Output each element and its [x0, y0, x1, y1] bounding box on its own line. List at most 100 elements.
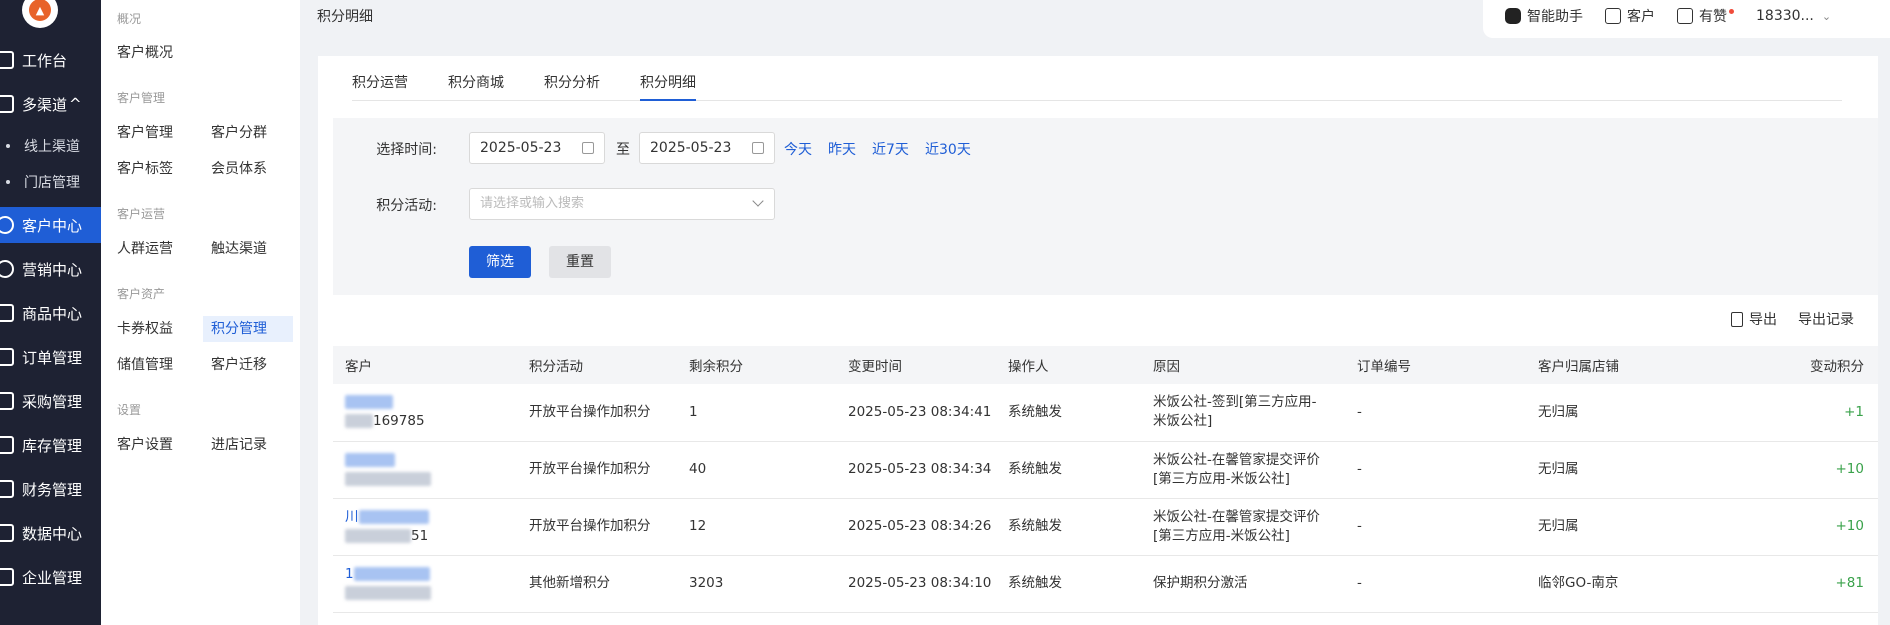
submenu-visit-record[interactable]: 进店记录	[203, 432, 275, 458]
masked-name	[345, 395, 393, 410]
nav-item-enterprise[interactable]: 企业管理	[0, 559, 101, 595]
tab-points-mall[interactable]: 积分商城	[448, 72, 504, 101]
content-card: 积分运营 积分商城 积分分析 积分明细 选择时间: 2025-05-23 至 2…	[318, 56, 1878, 625]
quick-yesterday[interactable]: 昨天	[828, 139, 856, 159]
activity-select[interactable]: 请选择或输入搜索	[469, 188, 775, 220]
customer-service-button[interactable]: 客户	[1605, 6, 1655, 26]
customer-cell[interactable]: 169785	[333, 384, 517, 442]
nav-item-purchase[interactable]: 采购管理	[0, 383, 101, 419]
calendar-icon	[752, 142, 764, 154]
account-menu[interactable]: 18330... ⌄	[1756, 8, 1831, 24]
masked-phone	[345, 585, 431, 600]
brand-logo[interactable]: ▲	[22, 0, 58, 28]
youzan-button[interactable]: 有赞	[1677, 6, 1734, 26]
chevron-down-icon: ⌄	[1821, 9, 1832, 23]
points-detail-table: 客户 积分活动 剩余积分 变更时间 操作人 原因 订单编号 客户归属店铺 变动积…	[333, 346, 1878, 613]
home-icon	[0, 51, 14, 69]
warehouse-icon	[0, 436, 14, 454]
masked-name	[358, 509, 429, 524]
nav-item-inventory[interactable]: 库存管理	[0, 427, 101, 463]
col-order-no: 订单编号	[1345, 346, 1526, 384]
submenu-member-system[interactable]: 会员体系	[203, 156, 275, 182]
assistant-button[interactable]: 智能助手	[1505, 6, 1583, 26]
cart-icon	[0, 392, 14, 410]
caret-up-icon: ^	[69, 95, 82, 113]
top-toolbar: 智能助手 客户 有赞 18330... ⌄	[1483, 0, 1890, 38]
notification-dot	[1729, 8, 1734, 14]
order-icon	[0, 348, 14, 366]
col-store: 客户归属店铺	[1526, 346, 1726, 384]
nav-item-data[interactable]: 数据中心	[0, 515, 101, 551]
reset-button[interactable]: 重置	[549, 246, 611, 278]
nav-item-online-channel[interactable]: 线上渠道	[0, 128, 101, 164]
tab-bar: 积分运营 积分商城 积分分析 积分明细	[352, 56, 1842, 101]
operator-cell: 系统触发	[996, 384, 1141, 442]
quick-7days[interactable]: 近7天	[872, 139, 909, 159]
thumbs-up-icon	[1677, 8, 1693, 24]
masked-name	[345, 452, 395, 467]
operator-cell: 系统触发	[996, 441, 1141, 499]
submenu-stored-value[interactable]: 储值管理	[109, 352, 181, 378]
end-date-input[interactable]: 2025-05-23	[639, 132, 775, 164]
submenu-customer-overview[interactable]: 客户概况	[109, 40, 181, 66]
nav-item-finance[interactable]: 财务管理	[0, 471, 101, 507]
time-label: 选择时间:	[376, 142, 437, 158]
export-button[interactable]: 导出	[1731, 309, 1777, 329]
bag-icon	[0, 304, 14, 322]
group-customer-mgmt: 客户管理	[117, 91, 166, 105]
time-cell: 2025-05-23 08:34:34	[836, 441, 996, 499]
tab-points-detail[interactable]: 积分明细	[640, 72, 696, 101]
remaining-cell: 12	[677, 498, 836, 556]
table-row: 169785 开放平台操作加积分 1 2025-05-23 08:34:41 系…	[333, 384, 1878, 442]
store-cell: 无归属	[1526, 498, 1726, 556]
nav-item-goods[interactable]: 商品中心	[0, 295, 101, 331]
submenu-coupon[interactable]: 卡券权益	[109, 316, 181, 342]
table-row: 开放平台操作加积分 40 2025-05-23 08:34:34 系统触发 米饭…	[333, 441, 1878, 499]
nav-item-store-mgmt[interactable]: 门店管理	[0, 164, 101, 200]
quick-today[interactable]: 今天	[784, 139, 812, 159]
remaining-cell: 3203	[677, 555, 836, 613]
reason-cell: 米饭公社-在馨管家提交评价 [第三方应用-米饭公社]	[1141, 498, 1345, 556]
submenu-customer-mgmt[interactable]: 客户管理	[109, 120, 181, 146]
nav-item-marketing[interactable]: 营销中心	[0, 251, 101, 287]
submenu-customer-tag[interactable]: 客户标签	[109, 156, 181, 182]
col-activity: 积分活动	[517, 346, 677, 384]
customer-cell[interactable]	[333, 441, 517, 499]
quick-30days[interactable]: 近30天	[925, 139, 971, 159]
tab-points-analysis[interactable]: 积分分析	[544, 72, 600, 101]
col-operator: 操作人	[996, 346, 1141, 384]
export-log-button[interactable]: 导出记录	[1798, 309, 1854, 329]
filter-button[interactable]: 筛选	[469, 246, 531, 278]
chat-icon	[1605, 8, 1621, 24]
col-customer: 客户	[333, 346, 517, 384]
logo-icon: ▲	[29, 0, 51, 21]
time-cell: 2025-05-23 08:34:26	[836, 498, 996, 556]
activity-cell: 开放平台操作加积分	[517, 384, 677, 442]
col-points-change: 变动积分	[1726, 346, 1878, 384]
building-icon	[0, 568, 14, 586]
group-settings: 设置	[117, 403, 142, 417]
submenu-customer-settings[interactable]: 客户设置	[109, 432, 181, 458]
group-customer-assets: 客户资产	[117, 287, 166, 301]
submenu-customer-migrate[interactable]: 客户迁移	[203, 352, 275, 378]
order-cell: -	[1345, 384, 1526, 442]
store-cell: 临邻GO-南京	[1526, 555, 1726, 613]
customer-cell[interactable]: 川 51	[333, 498, 517, 556]
nav-item-customer-center[interactable]: 客户中心	[0, 207, 101, 243]
nav-item-multichannel[interactable]: 多渠道 ^	[0, 86, 101, 122]
submenu-touch-channel[interactable]: 触达渠道	[203, 236, 275, 262]
table-row: 川 51 开放平台操作加积分 12 2025-05-23 08:34:26 系统…	[333, 498, 1878, 556]
submenu-customer-group[interactable]: 客户分群	[203, 120, 275, 146]
masked-phone	[345, 528, 411, 543]
target-icon	[0, 260, 14, 278]
tab-points-ops[interactable]: 积分运营	[352, 72, 408, 101]
start-date-input[interactable]: 2025-05-23	[469, 132, 605, 164]
submenu-points-mgmt[interactable]: 积分管理	[203, 316, 293, 342]
col-reason: 原因	[1141, 346, 1345, 384]
submenu-crowd-ops[interactable]: 人群运营	[109, 236, 181, 262]
reason-cell: 米饭公社-签到[第三方应用- 米饭公社]	[1141, 384, 1345, 442]
nav-item-orders[interactable]: 订单管理	[0, 339, 101, 375]
points-change-cell: +81	[1726, 555, 1878, 613]
nav-item-workbench[interactable]: 工作台	[0, 42, 101, 78]
customer-cell[interactable]: 1	[333, 555, 517, 613]
